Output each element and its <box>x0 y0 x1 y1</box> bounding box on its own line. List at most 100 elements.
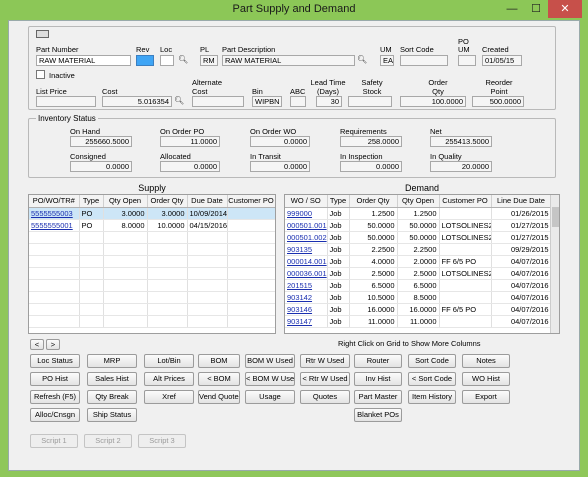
inactive-checkbox[interactable] <box>36 70 45 79</box>
sort-code-button[interactable]: < Sort Code <box>408 372 456 386</box>
loc-field[interactable] <box>160 55 174 66</box>
alloc-cnsgn-button[interactable]: Alloc/Cnsgn <box>30 408 80 422</box>
part-number-field[interactable]: RAW MATERIAL <box>36 55 131 66</box>
supply-table-row[interactable] <box>29 231 275 244</box>
list-price-field[interactable] <box>36 96 96 107</box>
demand-col-header[interactable]: Type <box>327 195 350 208</box>
usage-button[interactable]: Usage <box>245 390 295 404</box>
demand-cell[interactable]: 000501.002 <box>285 231 328 244</box>
supply-col-header[interactable]: PO/WO/TR# <box>29 195 80 208</box>
demand-table-row[interactable]: 903142 Job 10.5000 8.5000 04/07/2016 <box>285 291 552 304</box>
vend-quotes-button[interactable]: Vend Quotes <box>198 390 240 404</box>
demand-table-row[interactable]: 903147 Job 11.0000 11.0000 04/07/2016 <box>285 315 552 328</box>
sort-code-button[interactable]: Sort Code <box>408 354 456 368</box>
demand-cell[interactable]: 201515 <box>285 279 328 292</box>
demand-col-header[interactable]: Order Qty <box>349 195 398 208</box>
loc-status-button[interactable]: Loc Status <box>30 354 80 368</box>
ship-status-button[interactable]: Ship Status <box>87 408 137 422</box>
supply-table-row[interactable] <box>29 303 275 316</box>
demand-scroll-thumb[interactable] <box>552 207 559 227</box>
supply-grid[interactable]: PO/WO/TR# Type Qty Open Order Qty Due Date Cu… <box>28 194 276 334</box>
rtr-w-used-button[interactable]: < Rtr W Used <box>300 372 350 386</box>
item-history-button[interactable]: Item History <box>408 390 456 404</box>
demand-scrollbar[interactable] <box>550 195 559 333</box>
bom-w-used-button[interactable]: BOM W Used <box>245 354 295 368</box>
supply-col-header[interactable]: Type <box>79 195 104 208</box>
demand-cell[interactable]: 903135 <box>285 243 328 256</box>
qty-break-button[interactable]: Qty Break <box>87 390 137 404</box>
supply-col-header[interactable]: Customer PO <box>227 195 275 208</box>
supply-table-row[interactable] <box>29 243 275 256</box>
supply-table-row[interactable] <box>29 315 275 328</box>
cost-field[interactable]: 5.016354 <box>102 96 172 107</box>
po-um-field[interactable] <box>458 55 476 66</box>
next-page-button[interactable]: > <box>46 339 60 350</box>
supply-col-header[interactable]: Due Date <box>187 195 228 208</box>
router-button[interactable]: Router <box>354 354 402 368</box>
um-field[interactable]: EA <box>380 55 394 66</box>
demand-table-row[interactable]: 000014.001 Job 4.0000 2.0000 FF 6/5 PO 04/07/… <box>285 255 552 268</box>
mrp-button[interactable]: MRP <box>87 354 137 368</box>
demand-table-row[interactable]: 903146 Job 16.0000 16.0000 FF 6/5 PO 04/07/20… <box>285 303 552 316</box>
demand-cell[interactable]: 999000 <box>285 207 328 220</box>
lead-time-field[interactable]: 30 <box>316 96 342 107</box>
minimize-button[interactable]: — <box>500 0 524 18</box>
demand-cell[interactable]: 903142 <box>285 291 328 304</box>
close-button[interactable]: ✕ <box>548 0 582 18</box>
demand-table-row[interactable]: 201515 Job 6.5000 6.5000 04/07/2016 <box>285 279 552 292</box>
demand-cell[interactable]: 903146 <box>285 303 328 316</box>
supply-col-header[interactable]: Qty Open <box>103 195 148 208</box>
demand-grid[interactable]: WO / SO Type Order Qty Qty Open Customer PO L… <box>284 194 560 334</box>
supply-cell[interactable]: 5555555003 <box>29 207 80 220</box>
search-icon[interactable]: 🔍︎ <box>178 55 188 64</box>
supply-table-row[interactable] <box>29 279 275 292</box>
order-qty-field[interactable]: 100.0000 <box>400 96 466 107</box>
notes-button[interactable]: Notes <box>462 354 510 368</box>
sales-hist-button[interactable]: Sales Hist <box>87 372 137 386</box>
demand-cell[interactable]: 000036.001 <box>285 267 328 280</box>
sort-code-field[interactable] <box>400 55 448 66</box>
maximize-button[interactable]: ☐ <box>524 0 548 18</box>
demand-table-row[interactable]: 999000 Job 1.2500 1.2500 01/26/2015 <box>285 207 552 220</box>
reorder-point-field[interactable]: 500.0000 <box>472 96 524 107</box>
demand-col-header[interactable]: WO / SO <box>285 195 328 208</box>
abc-field[interactable] <box>290 96 306 107</box>
bom-button[interactable]: BOM <box>198 354 240 368</box>
demand-cell[interactable]: 000501.001 <box>285 219 328 232</box>
demand-table-row[interactable]: 000036.001 Job 2.5000 2.5000 LOTSOLINES2 04/0… <box>285 267 552 280</box>
wo-hist-button[interactable]: WO Hist <box>462 372 510 386</box>
supply-col-header[interactable]: Order Qty <box>147 195 188 208</box>
xref-button[interactable]: Xref <box>144 390 194 404</box>
search-icon[interactable]: 🔍︎ <box>174 96 184 105</box>
po-hist-button[interactable]: PO Hist <box>30 372 80 386</box>
supply-table-row[interactable] <box>29 267 275 280</box>
rtr-w-used-button[interactable]: Rtr W Used <box>300 354 350 368</box>
supply-table-row[interactable]: 5555555001 PO 8.0000 10.0000 04/15/2016 <box>29 219 275 232</box>
menu-icon[interactable] <box>36 30 49 38</box>
demand-col-header[interactable]: Line Due Date <box>491 195 552 208</box>
demand-col-header[interactable]: Customer PO <box>439 195 492 208</box>
inv-hist-button[interactable]: Inv Hist <box>354 372 402 386</box>
quotes-button[interactable]: Quotes <box>300 390 350 404</box>
pl-field[interactable]: RM <box>200 55 218 66</box>
refresh-f5-button[interactable]: Refresh (F5) <box>30 390 80 404</box>
bom-w-used-button[interactable]: < BOM W Used <box>245 372 295 386</box>
supply-table-row[interactable] <box>29 291 275 304</box>
blanket-pos-button[interactable]: Blanket POs <box>354 408 402 422</box>
lot-bin-button[interactable]: Lot/Bin <box>144 354 194 368</box>
supply-cell[interactable]: 5555555001 <box>29 219 80 232</box>
alternate-cost-field[interactable] <box>192 96 244 107</box>
part-description-field[interactable]: RAW MATERIAL <box>222 55 355 66</box>
supply-table-row[interactable]: 5555555003 PO 3.0000 3.0000 10/09/2014 <box>29 207 275 220</box>
demand-table-row[interactable]: 000501.002 Job 50.0000 50.0000 LOTSOLINES2 01… <box>285 231 552 244</box>
alt-prices-button[interactable]: Alt Prices <box>144 372 194 386</box>
demand-table-row[interactable]: 000501.001 Job 50.0000 50.0000 LOTSOLINES2 01… <box>285 219 552 232</box>
part-master-button[interactable]: Part Master <box>354 390 402 404</box>
bin-field[interactable]: WIPBN <box>252 96 282 107</box>
rev-field[interactable] <box>136 55 154 66</box>
demand-cell[interactable]: 000014.001 <box>285 255 328 268</box>
export-button[interactable]: Export <box>462 390 510 404</box>
demand-col-header[interactable]: Qty Open <box>397 195 440 208</box>
demand-table-row[interactable]: 903135 Job 2.2500 2.2500 09/29/2015 <box>285 243 552 256</box>
safety-stock-field[interactable] <box>348 96 392 107</box>
